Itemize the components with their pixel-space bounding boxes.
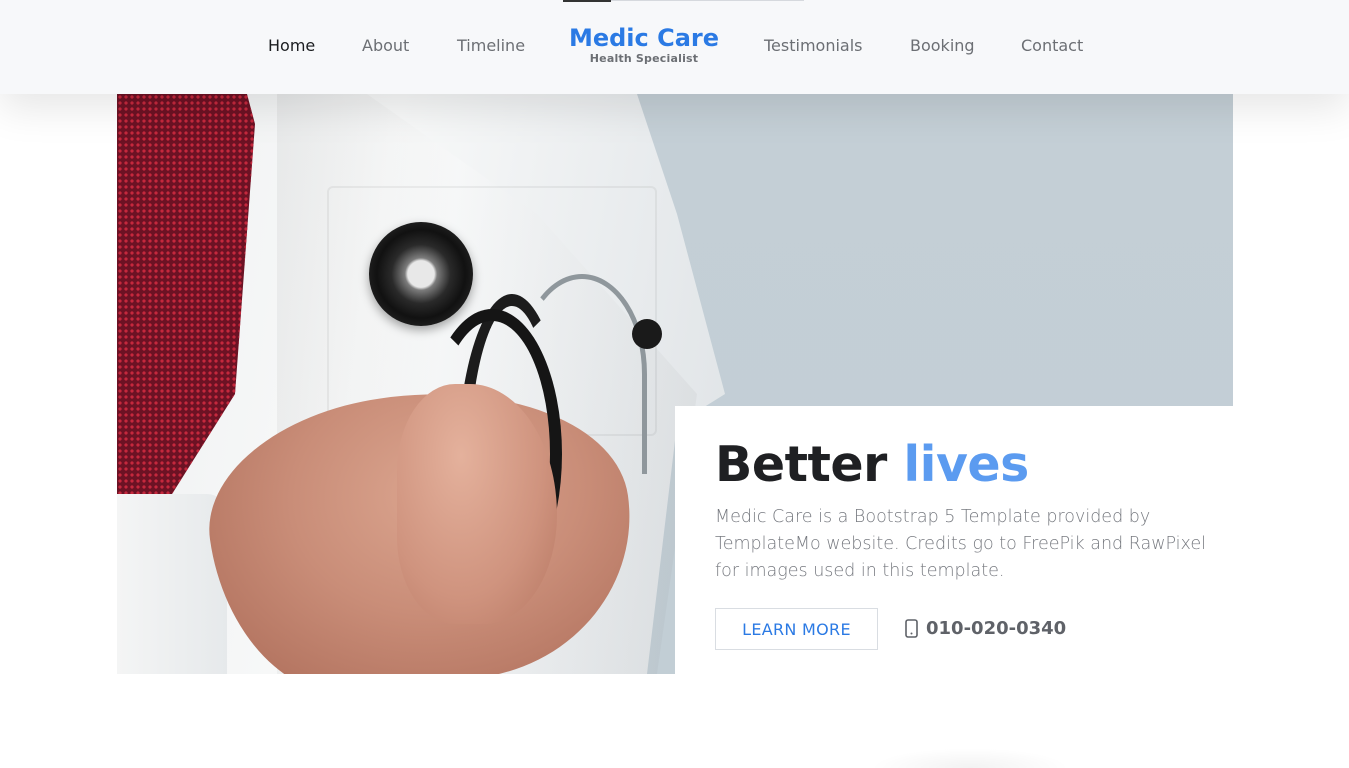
brand-logo[interactable]: Medic Care Health Specialist: [556, 24, 732, 66]
nav-link-booking[interactable]: Booking: [910, 36, 975, 55]
headline-accent: lives: [903, 436, 1029, 493]
brand-title: Medic Care: [568, 24, 720, 52]
stethoscope-eartip-shape: [632, 319, 662, 349]
nav-link-testimonials[interactable]: Testimonials: [764, 36, 863, 55]
nav-link-home[interactable]: Home: [268, 36, 315, 55]
brand-subtitle: Health Specialist: [589, 52, 699, 65]
hero-headline: Better lives: [715, 436, 1029, 494]
stethoscope-chestpiece-shape: [369, 222, 473, 326]
phone-number: 010-020-0340: [926, 618, 1067, 639]
phone-link[interactable]: 010-020-0340: [905, 618, 1066, 639]
nav-link-about[interactable]: About: [362, 36, 409, 55]
mobile-phone-icon: [905, 619, 918, 638]
hero-info-card: Better lives Medic Care is a Bootstrap 5…: [675, 406, 1233, 674]
nav-scroll-indicator-progress: [563, 0, 611, 2]
hero-description: Medic Care is a Bootstrap 5 Template pro…: [715, 507, 1206, 581]
nav-link-timeline[interactable]: Timeline: [457, 36, 525, 55]
headline-main: Better: [715, 436, 887, 493]
section-shadow-decoration: [870, 748, 1070, 768]
navbar: Home About Timeline Medic Care Health Sp…: [0, 0, 1349, 94]
nav-link-contact[interactable]: Contact: [1021, 36, 1083, 55]
nav-scroll-indicator: [563, 0, 804, 2]
learn-more-button[interactable]: LEARN MORE: [715, 608, 878, 650]
